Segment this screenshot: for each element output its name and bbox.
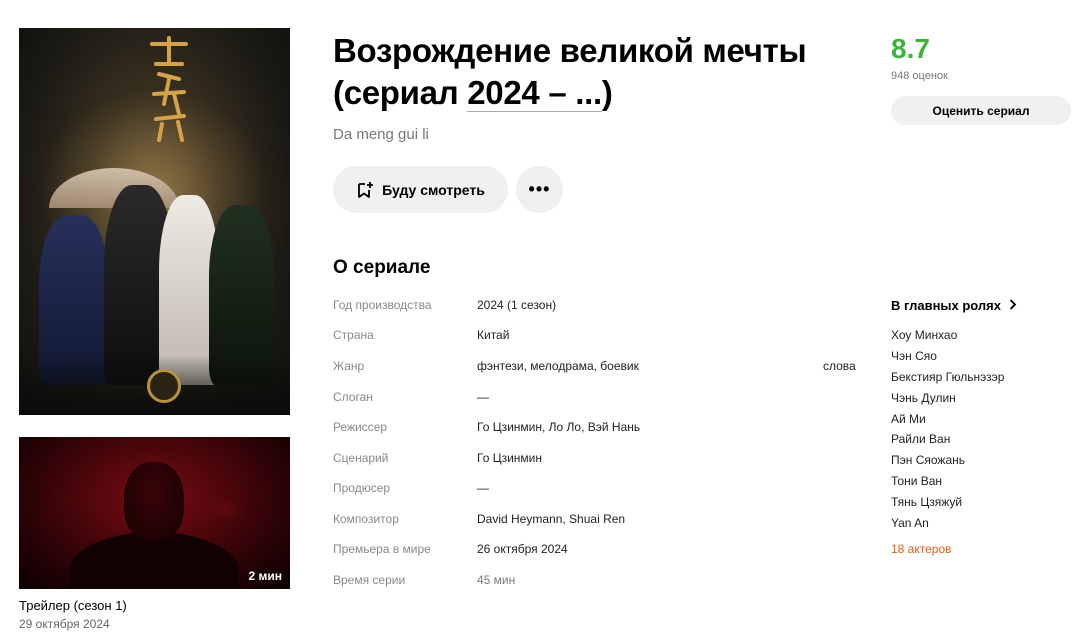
poster-image[interactable]: [19, 28, 290, 415]
info-label: Время серии: [333, 573, 406, 587]
info-value[interactable]: Китай: [477, 328, 509, 342]
chevron-right-icon: [1009, 299, 1016, 310]
year-link[interactable]: 2024 – ...: [467, 74, 602, 112]
cast-member[interactable]: Чэнь Дулин: [891, 388, 1004, 409]
trailer-title[interactable]: Трейлер (сезон 1): [19, 598, 127, 613]
trailer-duration: 2 мин: [248, 569, 282, 583]
cast-member[interactable]: Хоу Минхао: [891, 325, 1004, 346]
cast-heading: В главных ролях: [891, 298, 1001, 313]
info-value[interactable]: David Heymann, Shuai Ren: [477, 512, 625, 526]
info-label: Жанр: [333, 359, 365, 373]
rate-button[interactable]: Оценить сериал: [891, 96, 1071, 125]
cast-member[interactable]: Чэн Сяо: [891, 346, 1004, 367]
info-value[interactable]: Го Цзинмин, Ло Ло, Вэй Нань: [477, 420, 640, 434]
poster-compass: [147, 369, 181, 403]
info-value[interactable]: 2024 (1 сезон): [477, 298, 556, 312]
bookmark-add-icon: [358, 181, 374, 198]
info-label: Премьера в мире: [333, 542, 431, 556]
cast-heading-link[interactable]: В главных ролях: [891, 298, 1017, 313]
about-section-title: О сериале: [333, 257, 431, 278]
info-value: 45 мин: [477, 573, 516, 587]
cast-member[interactable]: Тони Ван: [891, 471, 1004, 492]
cast-member[interactable]: Пэн Сяожань: [891, 450, 1004, 471]
info-value[interactable]: Го Цзинмин: [477, 451, 542, 465]
page-title: Возрождение великой мечты (сериал 2024 –…: [333, 30, 873, 114]
watchlist-button-label: Буду смотреть: [382, 181, 485, 198]
poster-title-art: [144, 34, 194, 144]
cast-member[interactable]: Райли Ван: [891, 429, 1004, 450]
all-actors-link[interactable]: 18 актеров: [891, 542, 952, 556]
cast-list: Хоу Минхао Чэн Сяо Бекстияр Гюльнэзэр Чэ…: [891, 325, 1004, 534]
info-value: —: [477, 481, 489, 495]
info-value[interactable]: фэнтези, мелодрама, боевик: [477, 359, 639, 373]
rating-value: 8.7: [891, 33, 930, 64]
info-label: Сценарий: [333, 451, 389, 465]
more-icon: •••: [528, 179, 551, 199]
info-label: Страна: [333, 328, 374, 342]
trailer-date: 29 октября 2024: [19, 617, 110, 631]
info-label: Композитор: [333, 512, 399, 526]
more-button[interactable]: •••: [516, 166, 563, 213]
info-value: —: [477, 390, 489, 404]
cast-member[interactable]: Бекстияр Гюльнэзэр: [891, 367, 1004, 388]
cast-member[interactable]: Yan An: [891, 513, 1004, 534]
rating-votes[interactable]: 948 оценок: [891, 70, 948, 82]
cast-member[interactable]: Ай Ми: [891, 409, 1004, 430]
trailer-silhouette: [69, 532, 239, 589]
info-label: Режиссер: [333, 420, 388, 434]
genre-keywords-link[interactable]: слова: [823, 359, 856, 373]
title-close: ): [601, 74, 613, 111]
trailer-eye: [204, 497, 244, 523]
calligraphy-logo: [150, 36, 188, 142]
info-label: Год производства: [333, 298, 432, 312]
info-value[interactable]: 26 октября 2024: [477, 542, 568, 556]
info-label: Продюсер: [333, 481, 391, 495]
info-row-genre: Жанр фэнтези, мелодрама, боевик слова: [333, 359, 863, 379]
cast-member[interactable]: Тянь Цзяжуй: [891, 492, 1004, 513]
trailer-thumbnail[interactable]: 2 мин: [19, 437, 290, 589]
info-label: Слоган: [333, 390, 373, 404]
original-title: Da meng gui li: [333, 126, 429, 143]
watchlist-button[interactable]: Буду смотреть: [333, 166, 508, 213]
trailer-face: [124, 462, 184, 540]
